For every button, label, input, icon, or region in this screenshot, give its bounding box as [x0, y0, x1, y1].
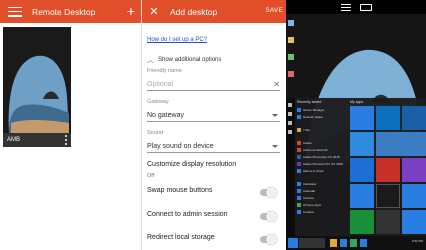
screen: Remote Desktop + AMB ✕ Add desktop SAVE …	[0, 0, 426, 250]
documents-icon[interactable]	[288, 112, 292, 116]
swap-mouse-label: Swap mouse buttons	[147, 187, 213, 194]
start-tile[interactable]	[350, 132, 374, 156]
app-list-item[interactable]: Cortana	[297, 208, 349, 215]
taskbar-app-icon[interactable]	[360, 239, 367, 247]
start-menu-rail	[286, 98, 295, 250]
session-toolbar	[286, 0, 426, 14]
add-desktop-title: Add desktop	[170, 6, 218, 17]
taskbar-app-icon[interactable]	[350, 239, 357, 247]
app-list-item[interactable]: Alarms & Clock	[297, 167, 349, 174]
start-tile[interactable]	[402, 158, 426, 182]
connection-tile[interactable]: AMB	[3, 27, 71, 147]
gateway-label: Gateway	[147, 99, 169, 105]
tile-grid	[350, 106, 426, 246]
gateway-dropdown[interactable]: No gateway	[147, 110, 280, 122]
start-tile[interactable]	[376, 106, 400, 130]
redirect-storage-label: Redirect local storage	[147, 234, 215, 241]
pinned-tiles: My apps	[350, 100, 426, 246]
admin-session-toggle[interactable]	[260, 211, 277, 222]
app-list-item[interactable]: Adobe Photoshop CC 2018	[297, 153, 349, 160]
start-tile[interactable]	[350, 158, 374, 182]
remote-desktop[interactable]: Recently added Server Manager Network st…	[286, 14, 426, 250]
close-icon[interactable]: ✕	[148, 5, 160, 18]
desktop-icon[interactable]	[288, 33, 312, 47]
start-tile[interactable]	[350, 184, 374, 208]
app-list-item[interactable]: 7-Zip	[297, 126, 349, 133]
swap-mouse-toggle[interactable]	[260, 187, 277, 198]
desktop-icon[interactable]	[288, 50, 312, 64]
app-list-item[interactable]: Calendar	[297, 187, 349, 194]
friendly-name-placeholder: Optional	[147, 81, 174, 88]
desktop-icon[interactable]	[288, 67, 312, 81]
app-list: Recently added Server Manager Network st…	[297, 100, 349, 215]
pinned-tiles-header: My apps	[350, 100, 364, 104]
more-options-icon[interactable]	[64, 135, 67, 145]
taskbar-app-icon[interactable]	[340, 239, 347, 247]
app-list-item[interactable]: Server Manager	[297, 106, 349, 113]
app-list-item[interactable]: Adobe Premiere Pro CC 2018	[297, 160, 349, 167]
additional-options-toggle[interactable]: ︿ Show additional options	[147, 55, 221, 65]
windows-start-icon[interactable]	[288, 238, 298, 248]
start-tile[interactable]	[376, 158, 400, 182]
app-list-item[interactable]: Adobe Acrobat DC	[297, 146, 349, 153]
connection-thumbnail	[3, 27, 71, 133]
connection-footer: AMB	[3, 133, 71, 147]
desktop-icons	[288, 16, 312, 84]
desktop-icon[interactable]	[288, 16, 312, 30]
add-desktop-pane: ✕ Add desktop SAVE How do I set up a PC?…	[141, 0, 287, 250]
sound-value: Play sound on device	[147, 143, 214, 150]
chevron-up-icon: ︿	[147, 57, 154, 64]
add-desktop-app-bar: ✕ Add desktop SAVE	[142, 0, 287, 23]
start-tile[interactable]	[376, 132, 426, 156]
hamburger-menu-icon[interactable]	[8, 6, 22, 17]
redirect-storage-toggle[interactable]	[260, 234, 277, 245]
app-list-item[interactable]: Chrome Apps	[297, 201, 349, 208]
dropdown-arrow-icon	[272, 145, 278, 148]
app-list-item[interactable]: Camera	[297, 194, 349, 201]
friendly-name-label: Friendly name	[147, 68, 182, 74]
power-icon[interactable]	[288, 130, 292, 134]
setup-help-link[interactable]: How do I set up a PC?	[147, 37, 207, 43]
start-tile[interactable]	[402, 210, 426, 234]
start-tile[interactable]	[350, 106, 374, 130]
sound-dropdown[interactable]: Play sound on device	[147, 141, 280, 153]
display-resolution-status: Off	[147, 173, 155, 179]
start-tile[interactable]	[350, 210, 374, 234]
gateway-value: No gateway	[147, 112, 184, 119]
app-title: Remote Desktop	[32, 6, 96, 17]
sound-label: Sound	[147, 130, 163, 136]
dropdown-arrow-icon	[272, 114, 278, 117]
settings-icon[interactable]	[288, 121, 292, 125]
additional-options-label: Show additional options	[158, 57, 222, 63]
start-tile[interactable]	[402, 184, 426, 208]
taskbar: 2:52 PM	[286, 236, 426, 250]
user-icon[interactable]	[288, 103, 292, 107]
app-list-item[interactable]: Calculator	[297, 180, 349, 187]
start-menu: Recently added Server Manager Network st…	[286, 98, 426, 250]
admin-session-label: Connect to admin session	[147, 211, 228, 218]
start-tile[interactable]	[376, 184, 400, 208]
keyboard-icon[interactable]	[360, 4, 372, 11]
clear-icon[interactable]: ✕	[273, 80, 280, 89]
session-menu-icon[interactable]	[341, 4, 351, 11]
taskbar-app-icon[interactable]	[330, 239, 337, 247]
connections-pane: Remote Desktop + AMB	[0, 0, 141, 250]
start-tile[interactable]	[376, 210, 400, 234]
add-connection-button[interactable]: +	[123, 3, 139, 19]
start-tile[interactable]	[402, 106, 426, 130]
save-button[interactable]: SAVE	[265, 7, 283, 14]
remote-session-pane: Recently added Server Manager Network st…	[286, 0, 426, 250]
friendly-name-field[interactable]: Optional ✕	[147, 79, 280, 91]
taskbar-clock[interactable]: 2:52 PM	[412, 239, 423, 243]
app-list-item[interactable]: Adobe	[297, 139, 349, 146]
connection-name: AMB	[7, 137, 21, 143]
connections-app-bar: Remote Desktop +	[0, 0, 141, 23]
display-resolution-setting[interactable]: Customize display resolution	[147, 161, 236, 168]
app-list-item[interactable]: Network status	[297, 113, 349, 120]
taskbar-search-box[interactable]	[299, 238, 325, 248]
recently-added-header: Recently added	[297, 100, 322, 104]
